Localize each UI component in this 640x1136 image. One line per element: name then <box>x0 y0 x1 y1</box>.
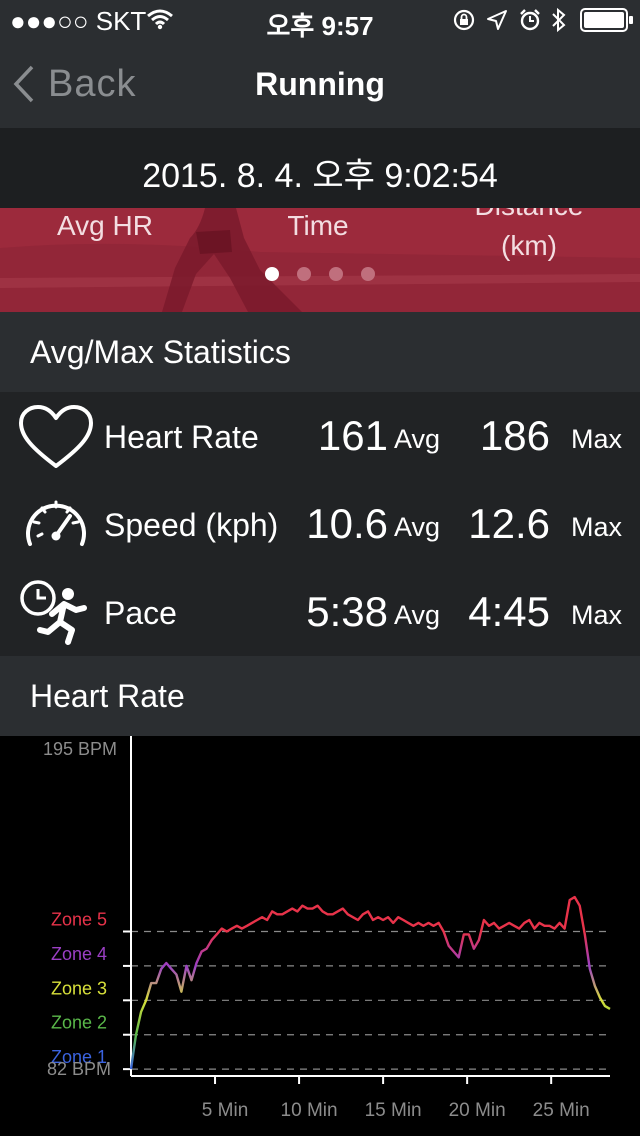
stat-avg-value: 10.6 <box>306 500 388 547</box>
heart-rate-title: Heart Rate <box>30 678 185 714</box>
avg-hr-label: Avg HR <box>57 210 153 241</box>
x-tick-label: 20 Min <box>449 1100 506 1121</box>
stat-label: Speed (kph) <box>104 507 279 543</box>
navigation-bar: Back Running <box>0 40 640 128</box>
zone-label: Zone 2 <box>51 1013 107 1033</box>
stat-row-speed: Speed (kph) 10.6 Avg 12.6 Max <box>0 480 640 568</box>
alarm-clock-icon <box>520 9 540 31</box>
stat-avg-value: 161 <box>317 412 388 459</box>
page-dot-2[interactable] <box>297 267 311 281</box>
date-header: 2015. 8. 4. 오후 9:02:54 <box>0 128 640 208</box>
heart-rate-line <box>129 895 611 1070</box>
y-top-label: 195 BPM <box>43 739 117 759</box>
stat-avg-value: 5:38 <box>306 588 388 635</box>
avgmax-stats-list: Heart Rate 161 Avg 186 Max Speed (kph) 1… <box>0 392 640 656</box>
stat-max-unit: Max <box>571 512 623 542</box>
runner-clock-icon <box>20 580 87 645</box>
avgmax-title: Avg/Max Statistics <box>30 334 291 370</box>
page-dot-3[interactable] <box>329 267 343 281</box>
stat-label: Pace <box>104 595 177 631</box>
status-time: 오후 9:57 <box>266 11 374 41</box>
x-tick-label: 25 Min <box>533 1100 590 1121</box>
zone-label: Zone 4 <box>51 944 107 964</box>
page-dot-1[interactable] <box>265 267 279 281</box>
rotation-lock-icon <box>453 9 475 31</box>
page-dot-4[interactable] <box>361 267 375 281</box>
stat-avg-unit: Avg <box>394 424 441 454</box>
stat-max-value: 12.6 <box>468 500 550 547</box>
location-arrow-icon <box>487 10 507 30</box>
stat-max-unit: Max <box>571 424 623 454</box>
distance-label: Distance <box>454 208 604 222</box>
heart-rate-chart: Zone 1Zone 2Zone 3Zone 4Zone 5195 BPM82 … <box>43 736 611 1121</box>
bluetooth-icon <box>552 7 566 33</box>
stat-label: Heart Rate <box>104 419 259 455</box>
avgmax-section-header: Avg/Max Statistics <box>0 312 640 392</box>
y-bottom-label: 82 BPM <box>47 1059 111 1079</box>
stat-row-pace: Pace 5:38 Avg 4:45 Max <box>0 568 640 656</box>
time-label: Time <box>287 210 349 241</box>
x-tick-label: 15 Min <box>365 1100 422 1121</box>
heart-rate-section-header: Heart Rate <box>0 656 640 736</box>
zone-label: Zone 3 <box>51 978 107 998</box>
speedometer-icon <box>26 500 86 546</box>
battery-icon <box>580 8 633 32</box>
stat-avg-unit: Avg <box>394 512 441 542</box>
stat-max-unit: Max <box>571 600 623 630</box>
stat-avg-unit: Avg <box>394 600 441 630</box>
status-bar: ●●●○○ SKT 오후 9:57 <box>0 0 640 41</box>
summary-banner-carousel[interactable]: Avg HR Time Distance (km) <box>0 208 640 312</box>
zone-label: Zone 5 <box>51 910 107 930</box>
heart-icon <box>19 405 93 468</box>
session-date: 2015. 8. 4. 오후 9:02:54 <box>142 157 498 195</box>
x-tick-label: 5 Min <box>202 1100 248 1121</box>
distance-unit-label: (km) <box>501 230 557 261</box>
stat-max-value: 186 <box>479 412 550 459</box>
stat-max-value: 4:45 <box>468 588 550 635</box>
page-title: Running <box>255 66 385 102</box>
x-tick-label: 10 Min <box>281 1100 338 1121</box>
stat-row-heart-rate: Heart Rate 161 Avg 186 Max <box>0 392 640 480</box>
